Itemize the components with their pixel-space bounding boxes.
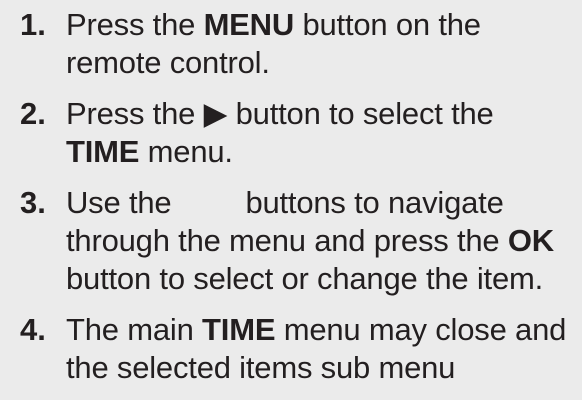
step-text-part: menu. [139,134,233,169]
time-menu-name: TIME [202,312,276,347]
step-number: 3. [20,185,46,220]
instruction-list: 1. Press the MENU button on the remote c… [20,6,580,400]
step-text: Use the buttons to navigate through the m… [66,184,580,298]
step-2: 2. Press the ▶ button to select the TIME … [20,95,580,171]
step-text: Press the ▶ button to select the TIME men… [66,95,494,171]
step-text-part: button to select or change the item. [66,261,544,296]
ok-button-name: OK [507,223,554,258]
step-text-part: Press the [66,7,204,42]
step-text-part: Press the [66,96,204,131]
step-text-part: button to select the [227,96,494,131]
step-1: 1. Press the MENU button on the remote c… [20,6,580,82]
step-text: The main TIME menu may close and the sel… [66,311,580,387]
step-text: Press the MENU button on the remote cont… [66,6,580,82]
step-number: 1. [20,7,46,42]
right-arrow-icon: ▶ [203,96,228,131]
step-4: 4. The main TIME menu may close and the … [20,311,580,387]
step-text-part: The main [66,312,203,347]
step-text-part: Use the [66,185,172,220]
step-number: 4. [20,312,46,347]
time-menu-name: TIME [66,134,140,169]
step-number: 2. [20,96,46,131]
menu-button-name: MENU [203,7,295,42]
step-3: 3. Use the buttons to navigate through th… [20,184,580,298]
